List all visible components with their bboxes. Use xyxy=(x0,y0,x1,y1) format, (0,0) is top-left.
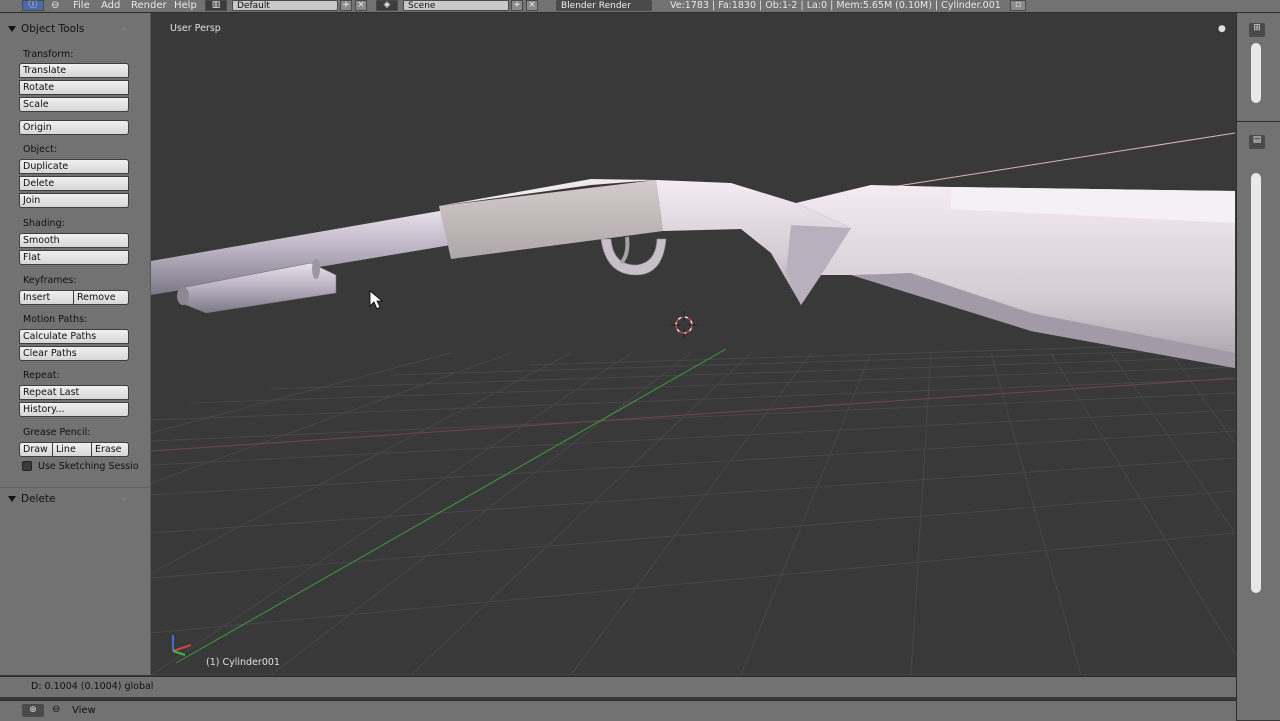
scrollbar[interactable] xyxy=(1251,173,1261,593)
view-menu[interactable]: View xyxy=(72,705,96,716)
panel-divider xyxy=(0,487,150,488)
scale-button[interactable]: Scale xyxy=(19,97,129,112)
flat-button[interactable]: Flat xyxy=(19,250,129,265)
grease-erase-button[interactable]: Erase xyxy=(91,442,129,457)
use-sketching-label: Use Sketching Sessio xyxy=(38,461,139,472)
reference-line xyxy=(890,132,1235,188)
outliner-icon[interactable]: ⊞ xyxy=(1249,23,1265,37)
grease-pencil-label: Grease Pencil: xyxy=(23,427,91,438)
transform-label: Transform: xyxy=(23,49,74,60)
mouse-cursor-icon xyxy=(369,290,384,310)
collapse-triangle-icon xyxy=(8,26,16,32)
shotgun-model xyxy=(151,179,1235,368)
clear-paths-button[interactable]: Clear Paths xyxy=(19,346,129,361)
object-info-label: (1) Cylinder001 xyxy=(206,657,280,668)
collapse-triangle-icon xyxy=(8,496,16,502)
menu-add[interactable]: Add xyxy=(101,0,120,11)
panel-title: Delete xyxy=(21,493,56,505)
tool-shelf: Object Tools ⁘ Transform: Translate Rota… xyxy=(0,13,151,675)
viewport-canvas[interactable] xyxy=(151,13,1235,675)
editor-type-icon[interactable]: ⊕ xyxy=(22,704,44,717)
close-icon[interactable]: × xyxy=(526,0,538,11)
operator-panel: D: 0.1004 (0.1004) global xyxy=(0,676,1236,697)
menu-render[interactable]: Render xyxy=(131,0,167,11)
properties-icon[interactable]: ▤ xyxy=(1249,135,1265,149)
x-axis-line xyxy=(151,377,1235,452)
scene-icon[interactable]: ◈ xyxy=(376,0,398,11)
screenshot-icon[interactable]: ▫ xyxy=(1010,0,1026,11)
info-header: ⓘ ⊖ File Add Render Help ▥ Default + × ◈… xyxy=(0,0,1280,13)
repeat-label: Repeat: xyxy=(23,370,60,381)
3d-view-header: ⊕ ⊖ View xyxy=(0,700,1236,721)
drag-grip-icon[interactable]: ⁘ xyxy=(120,495,130,505)
origin-button[interactable]: Origin xyxy=(19,120,129,135)
menu-file[interactable]: File xyxy=(73,0,90,11)
3d-cursor xyxy=(670,311,698,339)
operator-info-text: D: 0.1004 (0.1004) global xyxy=(31,681,154,692)
menu-help[interactable]: Help xyxy=(174,0,197,11)
join-button[interactable]: Join xyxy=(19,193,129,208)
rotate-button[interactable]: Rotate xyxy=(19,80,129,95)
info-icon[interactable]: ⓘ xyxy=(22,0,44,11)
screen-layout-icon[interactable]: ▥ xyxy=(205,0,227,11)
motion-paths-label: Motion Paths: xyxy=(23,314,88,325)
object-label: Object: xyxy=(23,144,58,155)
grease-line-button[interactable]: Line xyxy=(52,442,92,457)
smooth-button[interactable]: Smooth xyxy=(19,233,129,248)
toggle-icon[interactable]: ⊖ xyxy=(51,0,59,11)
add-icon[interactable]: + xyxy=(340,0,352,11)
insert-keyframe-button[interactable]: Insert xyxy=(19,290,74,305)
view-name-label: User Persp xyxy=(170,23,221,34)
duplicate-button[interactable]: Duplicate xyxy=(19,159,129,174)
add-icon[interactable]: + xyxy=(511,0,523,11)
y-axis-line xyxy=(175,348,727,664)
close-icon[interactable]: × xyxy=(355,0,367,11)
scene-field[interactable]: Scene xyxy=(403,0,509,11)
calculate-paths-button[interactable]: Calculate Paths xyxy=(19,329,129,344)
panel-title: Object Tools xyxy=(21,23,85,35)
object-tools-panel-header[interactable]: Object Tools xyxy=(8,23,84,35)
axis-gizmo xyxy=(172,635,192,656)
delete-panel-header[interactable]: Delete xyxy=(8,493,56,505)
repeat-last-button[interactable]: Repeat Last xyxy=(19,385,129,400)
right-panel: ⊞ ▤ xyxy=(1236,13,1280,720)
screen-layout-field[interactable]: Default xyxy=(232,0,338,11)
history-button[interactable]: History... xyxy=(19,402,129,417)
use-sketching-checkbox[interactable] xyxy=(22,461,32,471)
render-engine-select[interactable]: Blender Render xyxy=(556,0,652,11)
panel-divider xyxy=(1237,121,1280,122)
scene-stats: Ve:1783 | Fa:1830 | Ob:1-2 | La:0 | Mem:… xyxy=(670,0,1001,11)
remove-keyframe-button[interactable]: Remove xyxy=(73,290,129,305)
keyframes-label: Keyframes: xyxy=(23,275,77,286)
drag-grip-icon[interactable]: ⁘ xyxy=(120,25,130,35)
grease-draw-button[interactable]: Draw xyxy=(19,442,53,457)
shading-label: Shading: xyxy=(23,218,65,229)
viewport-dot-icon[interactable]: ● xyxy=(1218,24,1226,34)
3d-viewport[interactable]: User Persp (1) Cylinder001 ● xyxy=(151,13,1235,675)
grid-floor xyxy=(151,342,1235,675)
translate-button[interactable]: Translate xyxy=(19,63,129,78)
delete-button[interactable]: Delete xyxy=(19,176,129,191)
toggle-icon[interactable]: ⊖ xyxy=(52,704,60,715)
scrollbar[interactable] xyxy=(1251,43,1261,103)
